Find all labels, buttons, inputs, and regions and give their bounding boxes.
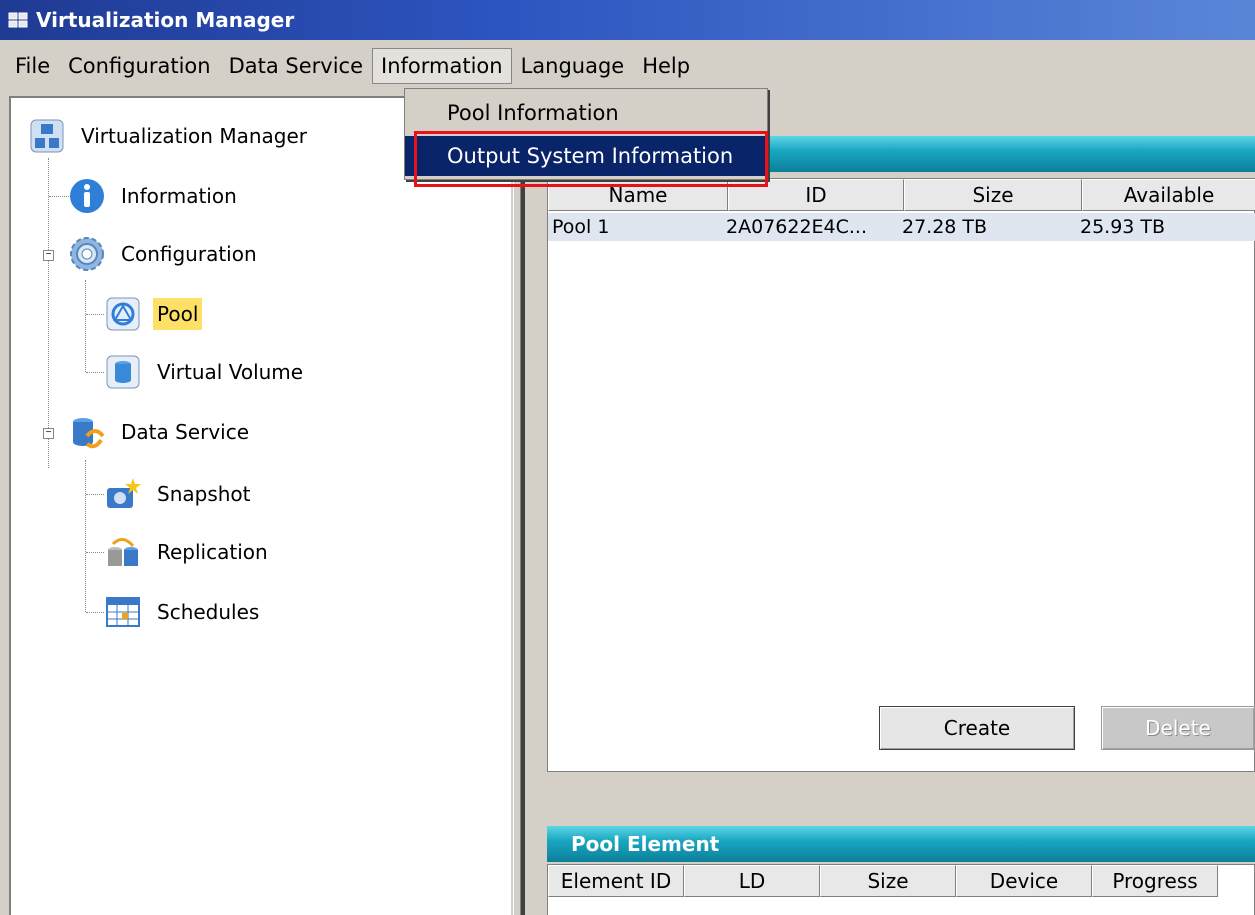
cell-size: 27.28 TB	[902, 216, 988, 238]
virtualization-manager-icon	[29, 118, 65, 154]
menu-file[interactable]: File	[6, 48, 59, 84]
tree-item-information[interactable]: Information	[69, 172, 241, 220]
tree-item-snapshot-label: Snapshot	[157, 482, 251, 506]
pool-content-area: Name ID Size Available Pool 1 2A07622E4C…	[527, 96, 1255, 915]
menu-information[interactable]: Information	[372, 48, 512, 84]
navigation-tree: − − Virtualization Manager Information C…	[9, 96, 511, 915]
column-header-available[interactable]: Available	[1082, 179, 1255, 211]
data-service-icon	[69, 414, 105, 450]
tree-item-replication-label: Replication	[157, 540, 268, 564]
tree-root-label: Virtualization Manager	[81, 124, 307, 148]
pool-element-table-header: Element ID LD Size Device Progress	[548, 865, 1218, 897]
tree-item-data-service-label: Data Service	[121, 420, 250, 444]
cell-name: Pool 1	[552, 216, 610, 238]
tree-item-virtual-volume[interactable]: Virtual Volume	[105, 348, 307, 396]
pool-table: Name ID Size Available Pool 1 2A07622E4C…	[547, 178, 1255, 772]
menu-bar: File Configuration Data Service Informat…	[0, 44, 1255, 88]
cell-available: 25.93 TB	[1080, 216, 1166, 238]
menu-language[interactable]: Language	[512, 48, 634, 84]
window-title: Virtualization Manager	[36, 8, 295, 32]
replication-icon	[105, 534, 141, 570]
tree-item-pool[interactable]: Pool	[105, 290, 203, 338]
panel-splitter[interactable]	[513, 96, 521, 915]
menu-configuration[interactable]: Configuration	[59, 48, 219, 84]
pool-element-table: Element ID LD Size Device Progress	[547, 864, 1255, 915]
tree-item-configuration[interactable]: Configuration	[69, 230, 261, 278]
tree-item-schedules[interactable]: Schedules	[105, 588, 263, 636]
title-bar: Virtualization Manager	[0, 0, 1255, 40]
menu-data-service[interactable]: Data Service	[220, 48, 372, 84]
tree-item-configuration-label: Configuration	[121, 242, 257, 266]
tree-root-virtualization-manager[interactable]: Virtualization Manager	[29, 112, 311, 160]
annotation-highlight-box	[414, 131, 768, 187]
column-header-size[interactable]: Size	[904, 179, 1082, 211]
table-row[interactable]: Pool 1 2A07622E4C... 27.28 TB 25.93 TB	[548, 213, 1255, 241]
gear-icon	[69, 236, 105, 272]
pool-icon	[105, 296, 141, 332]
column-header-element-id[interactable]: Element ID	[548, 865, 684, 897]
tree-item-data-service[interactable]: Data Service	[69, 408, 253, 456]
tree-item-replication[interactable]: Replication	[105, 528, 272, 576]
column-header-ld[interactable]: LD	[684, 865, 820, 897]
tree-item-information-label: Information	[121, 184, 237, 208]
column-header-device[interactable]: Device	[956, 865, 1092, 897]
tree-item-schedules-label: Schedules	[157, 600, 260, 624]
menu-help[interactable]: Help	[633, 48, 699, 84]
tree-item-virtual-volume-label: Virtual Volume	[157, 360, 304, 384]
snapshot-icon	[105, 476, 141, 512]
panel-divider	[521, 96, 525, 915]
virtual-volume-icon	[105, 354, 141, 390]
menu-item-pool-information[interactable]: Pool Information	[405, 93, 767, 133]
column-header-element-size[interactable]: Size	[820, 865, 956, 897]
app-icon	[8, 11, 28, 29]
create-button[interactable]: Create	[879, 706, 1075, 750]
pool-element-header: Pool Element	[547, 826, 1255, 862]
tree-item-snapshot[interactable]: Snapshot	[105, 470, 255, 518]
delete-button[interactable]: Delete	[1101, 706, 1255, 750]
tree-item-pool-label: Pool	[153, 298, 203, 330]
collapse-configuration-toggle[interactable]: −	[43, 250, 54, 261]
collapse-data-service-toggle[interactable]: −	[43, 428, 54, 439]
calendar-icon	[105, 594, 141, 630]
information-icon	[69, 178, 105, 214]
cell-id: 2A07622E4C...	[726, 216, 868, 238]
column-header-progress[interactable]: Progress	[1092, 865, 1218, 897]
